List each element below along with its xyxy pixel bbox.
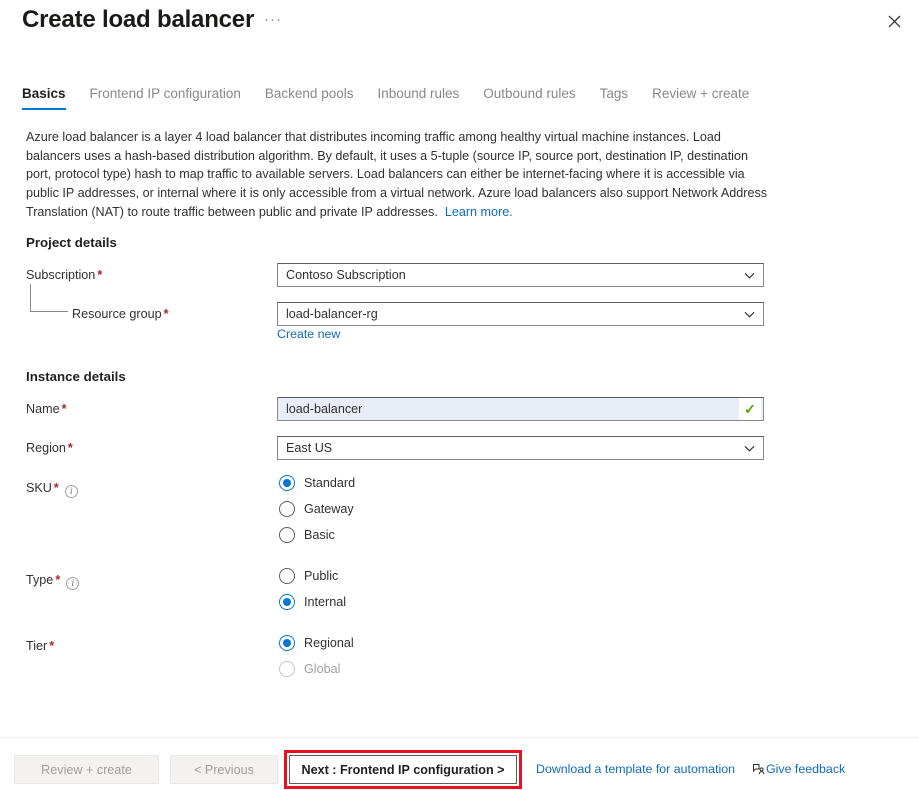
radio-indicator	[279, 568, 295, 584]
page-title: Create load balancer	[22, 6, 255, 33]
tier-option-global: Global	[279, 661, 340, 677]
chevron-down-icon	[744, 270, 755, 281]
radio-indicator	[279, 475, 295, 491]
tab-review-create[interactable]: Review + create	[652, 86, 749, 110]
region-value: East US	[286, 441, 333, 455]
resource-group-dropdown[interactable]: load-balancer-rg	[277, 302, 764, 326]
radio-indicator	[279, 661, 295, 677]
blade-header: Create load balancer ···	[0, 0, 919, 62]
resource-group-value: load-balancer-rg	[286, 307, 378, 321]
blade-description: Azure load balancer is a layer 4 load ba…	[26, 128, 771, 222]
more-options-icon[interactable]: ···	[264, 12, 282, 28]
type-option-label: Public	[304, 569, 339, 583]
feedback-icon	[753, 763, 765, 775]
sku-label: SKU * i	[26, 481, 78, 498]
name-input[interactable]: load-balancer ✓	[277, 397, 764, 421]
subscription-value: Contoso Subscription	[286, 268, 406, 282]
download-template-link[interactable]: Download a template for automation	[536, 762, 735, 776]
region-label: Region *	[26, 441, 73, 455]
learn-more-link[interactable]: Learn more.	[445, 205, 513, 219]
radio-indicator	[279, 594, 295, 610]
radio-indicator	[279, 635, 295, 651]
sku-option-label: Basic	[304, 528, 335, 542]
checkmark-icon: ✓	[739, 398, 761, 420]
blade-tabs: Basics Frontend IP configuration Backend…	[22, 86, 773, 110]
tier-option-label: Global	[304, 662, 341, 676]
region-dropdown[interactable]: East US	[277, 436, 764, 460]
review-create-button: Review + create	[14, 755, 159, 784]
name-label: Name *	[26, 402, 67, 416]
chevron-down-icon	[744, 309, 755, 320]
sku-option-gateway[interactable]: Gateway	[279, 501, 354, 517]
type-label: Type * i	[26, 573, 80, 590]
info-icon[interactable]: i	[64, 485, 78, 498]
chevron-down-icon	[744, 443, 755, 454]
resource-group-tree-connector	[30, 284, 68, 312]
tier-option-regional[interactable]: Regional	[279, 635, 354, 651]
tier-label: Tier *	[26, 639, 55, 653]
create-load-balancer-blade: Create load balancer ··· Basics Frontend…	[0, 0, 919, 790]
tab-frontend-ip-configuration[interactable]: Frontend IP configuration	[90, 86, 241, 110]
subscription-label: Subscription *	[26, 268, 103, 282]
sku-option-standard[interactable]: Standard	[279, 475, 355, 491]
tab-inbound-rules[interactable]: Inbound rules	[377, 86, 459, 110]
tab-outbound-rules[interactable]: Outbound rules	[483, 86, 575, 110]
sku-option-label: Gateway	[304, 502, 354, 516]
next-button[interactable]: Next : Frontend IP configuration >	[289, 755, 517, 784]
create-new-resource-group-link[interactable]: Create new	[277, 327, 340, 341]
sku-option-basic[interactable]: Basic	[279, 527, 335, 543]
tab-basics[interactable]: Basics	[22, 86, 66, 110]
project-details-heading: Project details	[26, 235, 117, 250]
close-icon[interactable]	[879, 6, 909, 36]
tier-option-label: Regional	[304, 636, 354, 650]
description-text: Azure load balancer is a layer 4 load ba…	[26, 130, 768, 219]
info-icon[interactable]: i	[66, 577, 80, 590]
footer-separator	[0, 737, 919, 738]
sku-option-label: Standard	[304, 476, 356, 490]
type-option-label: Internal	[304, 595, 347, 609]
type-option-internal[interactable]: Internal	[279, 594, 346, 610]
previous-button: < Previous	[170, 755, 278, 784]
subscription-dropdown[interactable]: Contoso Subscription	[277, 263, 764, 287]
name-value: load-balancer	[286, 402, 363, 416]
give-feedback-link[interactable]: Give feedback	[753, 762, 845, 776]
tab-tags[interactable]: Tags	[600, 86, 629, 110]
type-option-public[interactable]: Public	[279, 568, 338, 584]
tab-backend-pools[interactable]: Backend pools	[265, 86, 354, 110]
radio-indicator	[279, 501, 295, 517]
instance-details-heading: Instance details	[26, 369, 126, 384]
resource-group-label: Resource group *	[72, 307, 169, 321]
radio-indicator	[279, 527, 295, 543]
give-feedback-label: Give feedback	[766, 762, 846, 776]
